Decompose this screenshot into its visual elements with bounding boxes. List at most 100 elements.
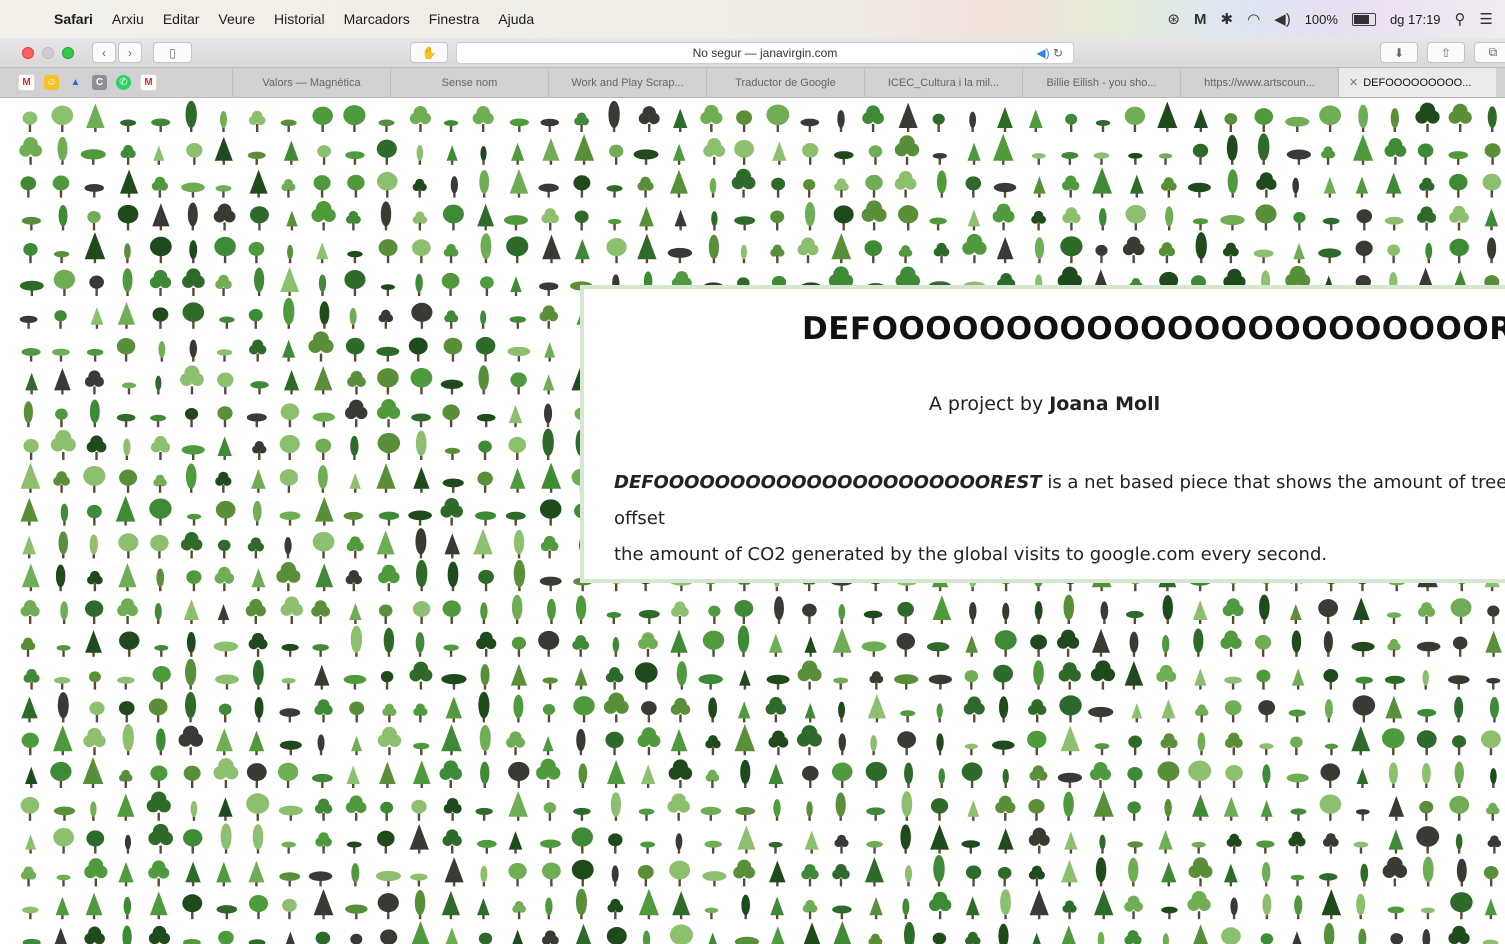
tree-icon: [1422, 669, 1429, 690]
tree-icon: [279, 740, 302, 756]
tree-icon: [350, 933, 363, 944]
tree-icon: [120, 169, 139, 198]
menu-safari[interactable]: Safari: [54, 11, 93, 27]
tree-icon: [1358, 104, 1369, 132]
tree-icon: [900, 824, 911, 854]
gmail-icon-2[interactable]: M: [140, 74, 157, 91]
battery-percent[interactable]: 100%: [1305, 12, 1338, 27]
tree-icon: [1388, 795, 1405, 821]
tree-icon: [252, 659, 264, 690]
tree-icon: [480, 865, 488, 887]
tree-icon: [539, 305, 559, 329]
tree-icon: [1323, 922, 1335, 944]
tab-sense-nom[interactable]: Sense nom: [390, 68, 548, 97]
spotlight-search-icon[interactable]: ⚲: [1455, 10, 1466, 28]
tree-icon: [838, 733, 846, 756]
menu-finestra[interactable]: Finestra: [429, 11, 480, 27]
tab-work-and-play[interactable]: Work and Play Scrap...: [548, 68, 706, 97]
tree-icon: [379, 761, 396, 788]
sidebar-button[interactable]: ▯: [153, 42, 192, 63]
tree-icon: [376, 463, 396, 493]
tree-icon: [251, 468, 266, 493]
tree-icon: [705, 769, 720, 788]
menu-editar[interactable]: Editar: [163, 11, 200, 27]
volume-icon[interactable]: ◀): [1274, 10, 1291, 28]
tree-icon: [1164, 798, 1172, 821]
gmail-icon[interactable]: M: [18, 74, 35, 91]
share-button[interactable]: ⇧: [1427, 42, 1465, 63]
tab-artscouncil[interactable]: https://www.artscoun...: [1180, 68, 1338, 97]
tree-icon: [612, 637, 620, 657]
window-fullscreen-button[interactable]: [62, 47, 74, 59]
window-close-button[interactable]: [22, 47, 34, 59]
audio-playing-icon[interactable]: ◀): [1036, 46, 1049, 60]
tree-icon: [220, 823, 232, 854]
whatsapp-icon[interactable]: ✆: [116, 75, 131, 90]
tree-icon: [1382, 728, 1405, 756]
tree-icon: [1192, 794, 1209, 821]
status-area: ⊛ M ✱ ◠ ◀) 100% dg 17:19 ⚲ ☰: [1167, 10, 1493, 29]
tree-icon: [1490, 768, 1497, 788]
creative-cloud-icon[interactable]: ⊛: [1167, 10, 1180, 28]
tab-deforest-active[interactable]: ✕ DEFOOOOOOOOO...: [1338, 68, 1496, 97]
notification-center-icon[interactable]: ☰: [1480, 10, 1493, 28]
tree-icon: [1417, 708, 1437, 723]
tree-icon: [1191, 841, 1206, 854]
tree-icon: [894, 135, 920, 165]
tab-valors[interactable]: Valors — Magnètica: [232, 68, 390, 97]
tree-icon: [409, 661, 433, 690]
tree-icon: [573, 696, 595, 723]
window-minimize-button[interactable]: [42, 47, 54, 59]
tree-icon: [415, 528, 427, 559]
mendeley-icon[interactable]: M: [1194, 11, 1207, 28]
menu-veure[interactable]: Veure: [218, 11, 255, 27]
tree-icon: [1456, 858, 1467, 887]
tab-billie-eilish[interactable]: Billie Eilish - you sho...: [1022, 68, 1180, 97]
tree-icon: [345, 570, 363, 592]
reload-icon[interactable]: ↻: [1053, 46, 1063, 60]
menu-historial[interactable]: Historial: [274, 11, 325, 27]
favorite-yellow-icon[interactable]: ☺: [44, 75, 59, 90]
tree-icon: [311, 200, 336, 231]
extension-button[interactable]: ✋: [410, 42, 448, 63]
battery-icon[interactable]: [1351, 12, 1376, 26]
tree-icon: [442, 600, 461, 624]
tab-icec-cultura[interactable]: ICEC_Cultura i la mil...: [864, 68, 1022, 97]
menu-arxiu[interactable]: Arxiu: [112, 11, 144, 27]
tree-icon: [445, 927, 459, 944]
tab-traductor[interactable]: Traductor de Google: [706, 68, 864, 97]
google-drive-icon[interactable]: ▲: [68, 75, 83, 90]
address-bar[interactable]: No segur — janavirgin.com ◀) ↻: [456, 42, 1074, 64]
tree-icon: [734, 599, 754, 624]
wifi-icon[interactable]: ◠: [1247, 10, 1260, 28]
tree-icon: [1057, 629, 1080, 657]
tree-icon: [20, 462, 41, 493]
close-tab-icon[interactable]: ✕: [1349, 77, 1358, 89]
tree-icon: [1063, 791, 1074, 821]
tree-icon: [122, 268, 133, 296]
tree-icon: [183, 765, 201, 788]
tree-icon: [283, 369, 300, 395]
generic-site-icon[interactable]: C: [92, 75, 107, 90]
downloads-button[interactable]: ⬇: [1380, 42, 1418, 63]
clock[interactable]: dg 17:19: [1390, 12, 1441, 27]
tree-icon: [286, 210, 298, 231]
tree-icon: [1318, 248, 1342, 264]
tree-icon: [313, 175, 331, 198]
tree-icon: [1417, 602, 1436, 624]
tree-icon: [575, 923, 592, 944]
menu-ajuda[interactable]: Ajuda: [498, 11, 534, 27]
tree-icon: [702, 630, 725, 657]
tree-icon: [1064, 831, 1078, 854]
back-button[interactable]: ‹: [92, 42, 116, 63]
bluetooth-icon[interactable]: ✱: [1220, 10, 1233, 28]
tree-icon: [84, 232, 106, 264]
forward-button[interactable]: ›: [118, 42, 142, 63]
tree-icon: [216, 905, 238, 920]
tree-icon: [1388, 762, 1398, 788]
tree-icon: [512, 929, 523, 944]
menu-marcadors[interactable]: Marcadors: [344, 11, 410, 27]
tree-icon: [1192, 600, 1208, 624]
tab-overview-button[interactable]: ⧉: [1474, 42, 1505, 63]
tree-icon: [1090, 660, 1115, 690]
